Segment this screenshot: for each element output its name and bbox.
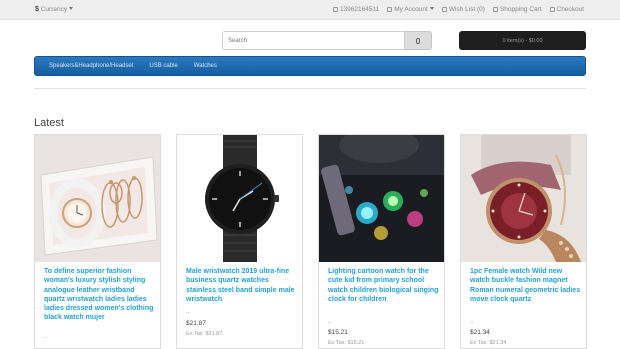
phone-label: 13962164511 [339,6,380,13]
product-price: $21.34 [470,329,490,336]
checkout-link[interactable]: Checkout [549,6,584,13]
product-card: Lighting cartoon watch for the cute kid … [318,134,445,349]
product-title[interactable]: To define superior fashion woman's luxur… [44,267,156,323]
product-description: .. [186,309,190,315]
product-image[interactable] [177,135,302,262]
product-price: $21.87 [186,320,206,327]
phone-icon [332,7,338,12]
heart-icon [441,7,447,12]
currency-label: Currency [40,6,68,13]
chevron-down-icon [429,7,434,10]
account-menu[interactable]: My Account [387,6,434,13]
search-icon [416,37,420,44]
search-bar: Search [222,31,432,50]
product-grid: To define superior fashion woman's luxur… [34,134,587,349]
product-tax: Ex Tax: $21.87 [186,331,223,337]
menu-item-watches[interactable]: Watches [194,63,217,69]
product-image[interactable] [461,135,586,262]
product-description: .. [470,319,474,325]
cart-button[interactable]: 0 item(s) - $0.00 [459,31,586,50]
product-description: .. [328,319,332,325]
product-image[interactable] [319,135,444,262]
share-icon [549,7,555,12]
product-title[interactable]: Male wristwatch 2019 ultra-fine business… [186,267,298,304]
product-tax: Ex Tax: $21.34 [470,340,507,346]
product-card: To define superior fashion woman's luxur… [34,134,161,349]
search-input[interactable]: Search [222,31,405,50]
top-links: 13962164511 My Account Wish List (0) Sho… [332,6,584,13]
shopping-cart-label: Shopping Cart [499,6,542,13]
top-bar: $ Currency 13962164511 My Account Wish L… [0,0,620,20]
product-price: $15.21 [328,329,348,336]
currency-symbol: $ [35,6,39,13]
product-image[interactable] [35,135,160,262]
section-title: Latest [34,117,64,129]
product-title[interactable]: 1pc Female watch Wild new watch buckle f… [470,267,582,304]
shopping-cart-link[interactable]: Shopping Cart [492,6,542,13]
currency-selector[interactable]: $ Currency [35,6,74,13]
wishlist-label: Wish List (0) [448,6,485,13]
product-tax: Ex Tax: $15.21 [328,340,365,346]
cart-icon [492,7,498,12]
product-card: Male wristwatch 2019 ultra-fine business… [176,134,303,349]
search-button[interactable] [405,31,432,50]
wishlist-link[interactable]: Wish List (0) [441,6,485,13]
account-label: My Account [394,6,428,13]
menu-item-usb-cable[interactable]: USB cable [149,63,177,69]
chevron-down-icon [69,7,74,10]
product-card: 1pc Female watch Wild new watch buckle f… [460,134,587,349]
category-menu: Speakers&Headphone/Headset USB cable Wat… [34,56,586,76]
divider [34,88,586,89]
menu-item-speakers[interactable]: Speakers&Headphone/Headset [49,63,133,69]
phone-link[interactable]: 13962164511 [332,6,380,13]
checkout-label: Checkout [556,6,584,13]
product-title[interactable]: Lighting cartoon watch for the cute kid … [328,267,440,304]
user-icon [387,7,393,12]
product-description: .. [44,334,48,340]
